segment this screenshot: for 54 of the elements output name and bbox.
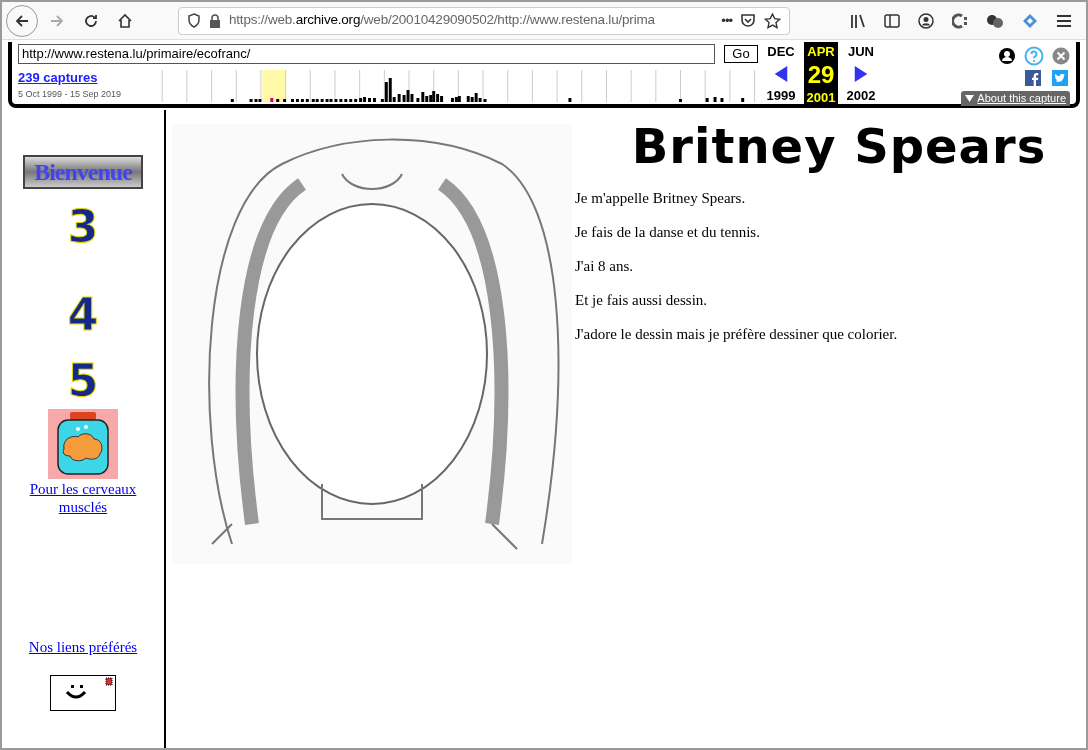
- date-range: 5 Oct 1999 - 15 Sep 2019: [18, 88, 123, 101]
- library-icon[interactable]: [850, 13, 866, 28]
- previous-arrow-icon[interactable]: [774, 66, 788, 82]
- day-label: 29: [807, 60, 835, 90]
- account-icon[interactable]: [918, 12, 934, 29]
- diamond-icon[interactable]: [1022, 12, 1038, 29]
- selected-date-column[interactable]: APR 29 2001: [804, 42, 838, 104]
- numeral-image: 5: [67, 361, 99, 401]
- close-icon[interactable]: [1052, 47, 1070, 65]
- sidebar-icon[interactable]: [884, 13, 900, 28]
- url-input-field[interactable]: http://www.restena.lu/primaire/ecofranc/: [18, 44, 715, 64]
- forward-arrow-icon: [49, 12, 65, 29]
- shield-icon: [187, 13, 201, 28]
- lock-icon: [209, 13, 221, 28]
- paragraph: J'adore le dessin mais je préfère dessiner que colorier.: [575, 325, 899, 344]
- pocket-icon[interactable]: [740, 13, 756, 28]
- paragraph: Et je fais aussi dessin.: [575, 291, 709, 310]
- about-capture-button[interactable]: About this capture: [961, 91, 1070, 106]
- date-column[interactable]: DEC 1999: [758, 42, 804, 104]
- month-label: APR: [807, 44, 835, 60]
- smiley-envelope-icon: [50, 674, 116, 711]
- brain-link[interactable]: Pour les cerveaux musclés: [18, 480, 148, 516]
- balls-icon[interactable]: [986, 13, 1004, 28]
- reload-icon: [83, 12, 99, 29]
- extension-icon[interactable]: [952, 12, 968, 29]
- paragraph: Je fais de la danse et du tennis.: [575, 223, 761, 242]
- go-button[interactable]: Go: [724, 45, 758, 63]
- home-icon: [117, 12, 133, 29]
- month-label: DEC: [767, 44, 795, 60]
- more-button[interactable]: •••: [721, 10, 732, 31]
- numeral-image: 4: [67, 295, 99, 335]
- welcome-banner: Bienvenue: [23, 155, 143, 189]
- facebook-icon[interactable]: [1025, 70, 1041, 86]
- year-label: 2002: [846, 88, 876, 104]
- address-bar[interactable]: https://web.archive.org/web/20010429090502/http://www.restena.lu/prima •••: [178, 6, 790, 35]
- numeral-image: 3: [67, 207, 99, 247]
- account-icon[interactable]: [998, 47, 1016, 65]
- date-column[interactable]: JUN 2002: [838, 42, 884, 104]
- month-label: JUN: [848, 44, 874, 60]
- favorite-links-link[interactable]: Nos liens préférés: [28, 636, 138, 659]
- url-text: https://web.archive.org/web/20010429090502/http://www.restena.lu/prima: [229, 11, 656, 30]
- paragraph: Je m'appelle Britney Spears.: [575, 189, 747, 208]
- back-arrow-icon: [14, 12, 30, 29]
- year-label: 1999: [766, 88, 796, 104]
- paragraph: J'ai 8 ans.: [575, 257, 635, 276]
- triangle-icon: [965, 95, 975, 102]
- menu-icon[interactable]: [1056, 13, 1072, 28]
- star-icon[interactable]: [764, 12, 781, 29]
- captures-link[interactable]: 239 captures: [18, 70, 138, 86]
- page-title: Britney Spears: [630, 118, 1048, 174]
- next-arrow-icon[interactable]: [854, 66, 868, 82]
- twitter-icon[interactable]: [1052, 70, 1068, 86]
- year-label: 2001: [806, 90, 836, 106]
- brain-jar-icon: [48, 409, 118, 479]
